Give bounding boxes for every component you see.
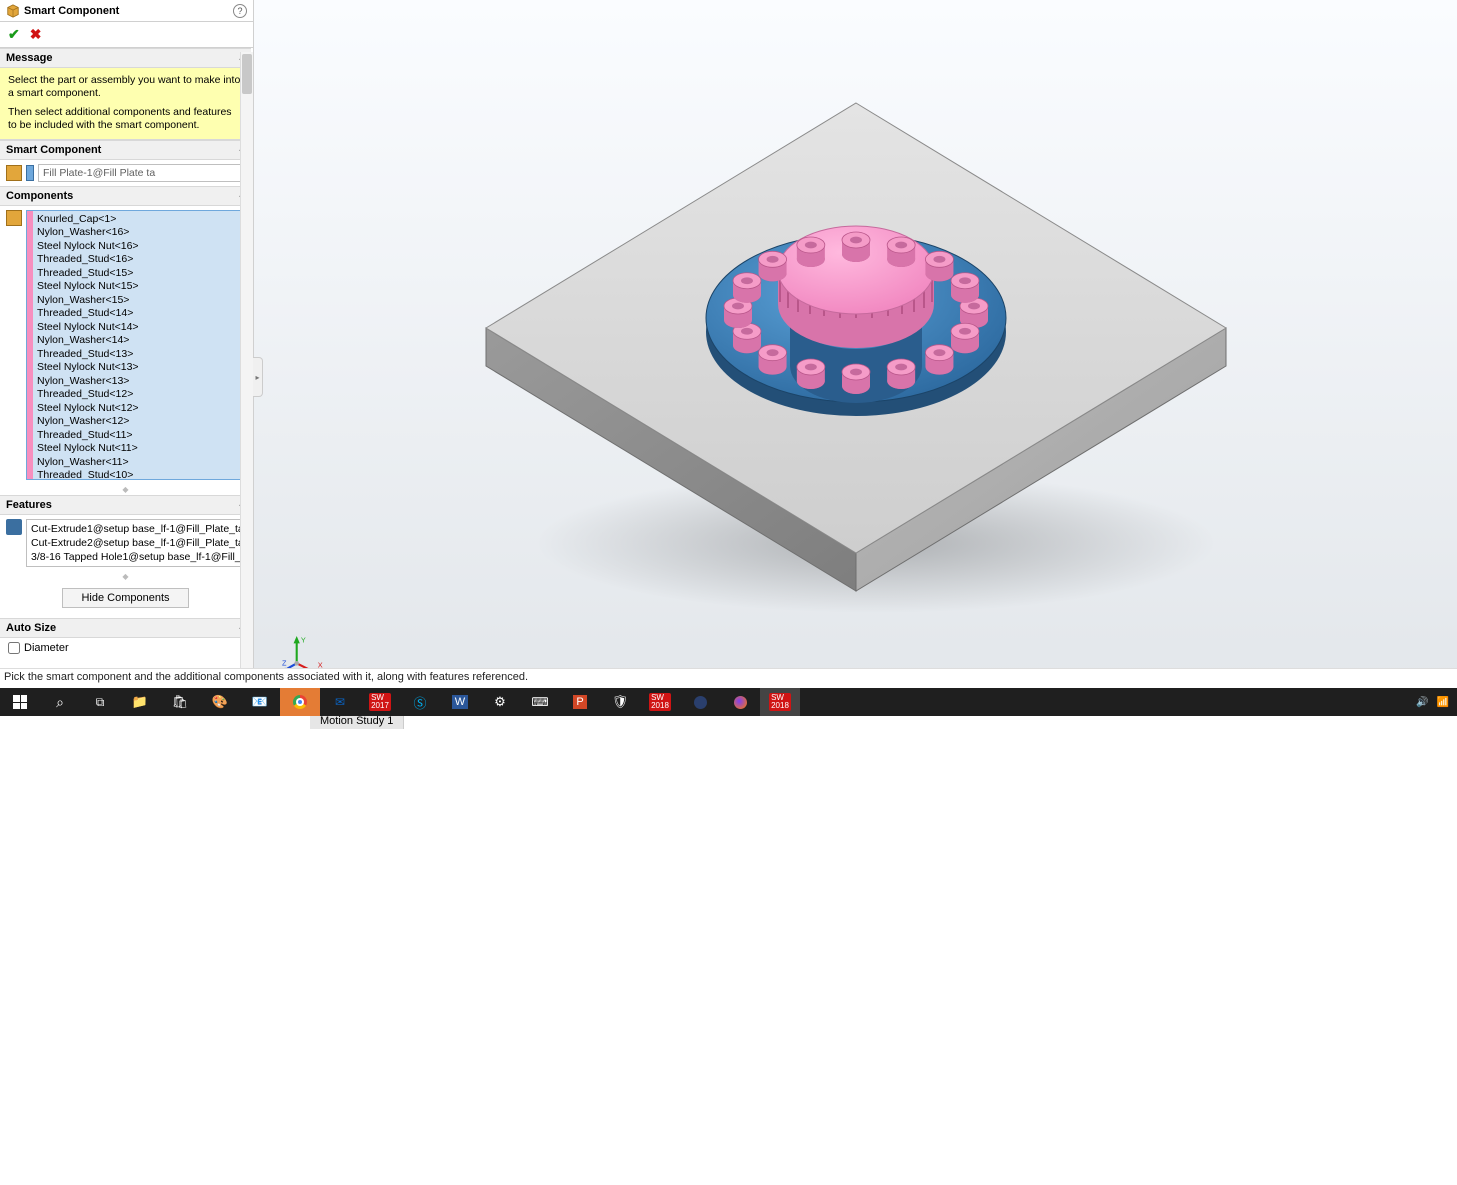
accept-cancel-row: ✔ ✖: [0, 22, 253, 48]
status-text: Pick the smart component and the additio…: [4, 671, 528, 683]
list-item[interactable]: Steel Nylock Nut<16>: [33, 240, 244, 254]
list-item[interactable]: Nylon_Washer<12>: [33, 415, 244, 429]
list-item[interactable]: Nylon_Washer<15>: [33, 294, 244, 308]
list-item[interactable]: 3/8-16 Tapped Hole1@setup base_lf-1@Fill…: [31, 550, 240, 564]
taskbar-sw2017[interactable]: SW2017: [360, 688, 400, 716]
taskbar-app1[interactable]: ⚙: [480, 688, 520, 716]
list-item[interactable]: Steel Nylock Nut<13>: [33, 361, 244, 375]
tray-icon[interactable]: 📶: [1437, 697, 1449, 708]
property-panel: Smart Component ? ✔ ✖ Message ˄ Select t…: [0, 0, 254, 715]
list-item[interactable]: Threaded_Stud<13>: [33, 348, 244, 362]
smart-component-header[interactable]: Smart Component ˄: [0, 140, 251, 160]
panel-collapse-button[interactable]: ▸: [253, 357, 263, 397]
list-item[interactable]: Threaded_Stud<10>: [33, 469, 244, 479]
smart-component-row: [0, 160, 251, 186]
diameter-checkbox[interactable]: [8, 642, 20, 654]
panel-header: Smart Component ?: [0, 0, 253, 22]
windows-taskbar: ⌕⧉📁🛍🎨📧✉SW2017ⓈW⚙⌨P🛡SW2018SW2018 🔊 📶: [0, 688, 1457, 716]
components-icon: [6, 210, 22, 226]
features-listbox[interactable]: Cut-Extrude1@setup base_lf-1@Fill_Plate_…: [26, 519, 245, 567]
taskbar-firefox[interactable]: [720, 688, 760, 716]
list-item[interactable]: Threaded_Stud<11>: [33, 429, 244, 443]
taskbar-chrome[interactable]: [280, 688, 320, 716]
cancel-button[interactable]: ✖: [30, 26, 42, 43]
list-item[interactable]: Nylon_Washer<13>: [33, 375, 244, 389]
diameter-checkbox-row[interactable]: Diameter: [8, 642, 243, 654]
list-item[interactable]: Threaded_Stud<14>: [33, 307, 244, 321]
svg-text:Y: Y: [301, 635, 306, 644]
list-item[interactable]: Cut-Extrude2@setup base_lf-1@Fill_Plate_…: [31, 536, 240, 550]
list-item[interactable]: Nylon_Washer<11>: [33, 456, 244, 470]
list-item[interactable]: Threaded_Stud<16>: [33, 253, 244, 267]
component-icon: [6, 165, 22, 181]
components-header[interactable]: Components ˄: [0, 186, 251, 206]
panel-scrollbar[interactable]: ▲ ▼: [240, 52, 253, 715]
components-listbox[interactable]: Knurled_Cap<1>Nylon_Washer<16>Steel Nylo…: [26, 210, 245, 480]
smart-component-icon: [6, 4, 20, 18]
hide-components-button[interactable]: Hide Components: [62, 588, 188, 608]
components-body: Knurled_Cap<1>Nylon_Washer<16>Steel Nylo…: [0, 206, 251, 484]
list-item[interactable]: Steel Nylock Nut<12>: [33, 402, 244, 416]
taskbar-pp[interactable]: P: [560, 688, 600, 716]
taskbar-search[interactable]: ⌕: [40, 688, 80, 716]
taskbar-taskview[interactable]: ⧉: [80, 688, 120, 716]
taskbar-start[interactable]: [0, 688, 40, 716]
autosize-body: Diameter: [0, 638, 251, 664]
taskbar-skype[interactable]: Ⓢ: [400, 688, 440, 716]
system-tray[interactable]: 🔊 📶: [1416, 697, 1457, 708]
help-icon[interactable]: ?: [233, 4, 247, 18]
panel-scroll[interactable]: Message ˄ Select the part or assembly yo…: [0, 48, 253, 715]
list-item[interactable]: Knurled_Cap<1>: [33, 213, 244, 227]
list-item[interactable]: Cut-Extrude1@setup base_lf-1@Fill_Plate_…: [31, 522, 240, 536]
highlight-icon: [26, 165, 34, 181]
list-item[interactable]: Steel Nylock Nut<15>: [33, 280, 244, 294]
resize-grip-icon[interactable]: ◆: [0, 572, 251, 581]
graphics-viewport[interactable]: ▸: [254, 0, 1457, 715]
message-header[interactable]: Message ˄: [0, 48, 251, 68]
scrollbar-thumb[interactable]: [242, 54, 252, 94]
resize-grip-icon[interactable]: ◆: [0, 485, 251, 494]
features-header[interactable]: Features ˄: [0, 495, 251, 515]
list-item[interactable]: Threaded_Stud<15>: [33, 267, 244, 281]
ok-button[interactable]: ✔: [8, 26, 20, 43]
list-item[interactable]: Nylon_Washer<16>: [33, 226, 244, 240]
tray-icon[interactable]: 🔊: [1416, 697, 1428, 708]
taskbar-outlook[interactable]: ✉: [320, 688, 360, 716]
features-icon: [6, 519, 22, 535]
taskbar-sw2018b[interactable]: SW2018: [760, 688, 800, 716]
taskbar-paint[interactable]: 🎨: [200, 688, 240, 716]
list-item[interactable]: Threaded_Stud<12>: [33, 388, 244, 402]
taskbar-circle[interactable]: [680, 688, 720, 716]
smart-component-input[interactable]: [38, 164, 245, 182]
taskbar-sw2018a[interactable]: SW2018: [640, 688, 680, 716]
diameter-label: Diameter: [24, 642, 69, 654]
taskbar-word[interactable]: W: [440, 688, 480, 716]
taskbar-calc[interactable]: ⌨: [520, 688, 560, 716]
model-render: [456, 63, 1256, 623]
list-item[interactable]: Steel Nylock Nut<11>: [33, 442, 244, 456]
list-item[interactable]: Nylon_Washer<14>: [33, 334, 244, 348]
taskbar-store[interactable]: 🛍: [160, 688, 200, 716]
svg-text:Z: Z: [282, 658, 287, 667]
message-body: Select the part or assembly you want to …: [0, 68, 251, 140]
taskbar-defender[interactable]: 🛡: [600, 688, 640, 716]
list-item[interactable]: Steel Nylock Nut<14>: [33, 321, 244, 335]
taskbar-explorer[interactable]: 📁: [120, 688, 160, 716]
status-bar: Pick the smart component and the additio…: [0, 668, 1457, 688]
autosize-header[interactable]: Auto Size ˄: [0, 618, 251, 638]
features-body: Cut-Extrude1@setup base_lf-1@Fill_Plate_…: [0, 515, 251, 571]
taskbar-email[interactable]: 📧: [240, 688, 280, 716]
panel-title: Smart Component: [24, 5, 233, 17]
